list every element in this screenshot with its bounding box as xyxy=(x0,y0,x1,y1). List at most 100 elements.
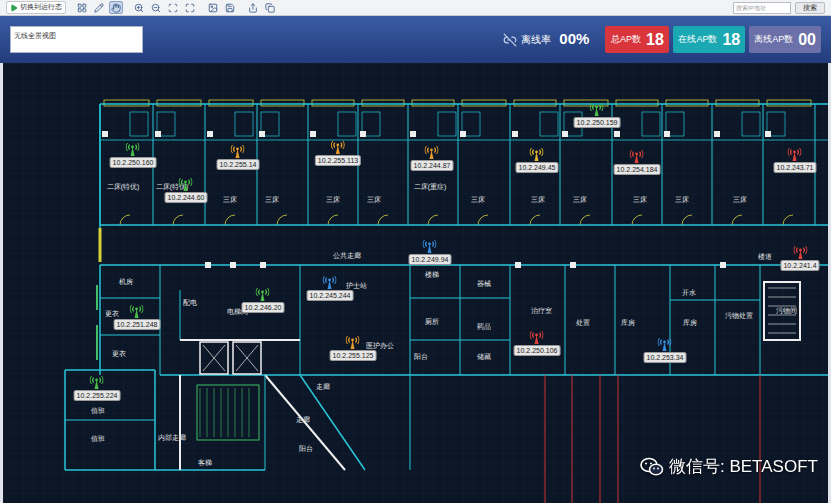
ap-signal-icon xyxy=(126,143,140,156)
ap-pin[interactable]: 10.2.243.71 xyxy=(774,148,817,173)
ap-ip-label: 10.2.255.125 xyxy=(330,350,377,361)
room-label: 器械 xyxy=(477,280,491,287)
room-label: 楼道 xyxy=(758,253,772,260)
tool-icon xyxy=(185,3,195,13)
room-label: 开水 xyxy=(682,289,696,296)
ap-pin[interactable]: 10.2.250.159 xyxy=(574,103,621,128)
ap-pin[interactable]: 10.2.246.20 xyxy=(242,288,285,313)
ap-ip-label: 10.2.254.184 xyxy=(614,164,661,175)
room-label: 三床 xyxy=(675,196,689,203)
ap-pin[interactable]: 10.2.241.4 xyxy=(780,246,819,271)
ap-signal-icon xyxy=(788,148,802,161)
tool-button[interactable] xyxy=(223,1,237,14)
ap-signal-icon xyxy=(90,376,104,389)
ap-ip-label: 10.2.250.159 xyxy=(574,117,621,128)
ap-ip-label: 10.2.246.20 xyxy=(242,302,285,313)
tool-icon xyxy=(208,3,218,13)
search-input[interactable] xyxy=(733,2,791,14)
ap-pin[interactable]: 10.2.249.45 xyxy=(516,148,559,173)
room-label: 二床(特优) xyxy=(156,183,189,190)
ap-pin[interactable]: 10.2.249.94 xyxy=(409,240,452,265)
room-label: 更衣 xyxy=(105,310,119,317)
ap-signal-icon xyxy=(793,246,807,259)
ap-pin[interactable]: 10.2.250.106 xyxy=(514,331,561,356)
tool-icon xyxy=(248,3,258,13)
room-label: 三床 xyxy=(367,196,381,203)
wechat-icon xyxy=(640,457,664,477)
room-label: 三床 xyxy=(326,196,340,203)
ap-signal-icon xyxy=(323,276,337,289)
ap-pin[interactable]: 10.2.255.14 xyxy=(217,145,260,170)
room-label: 内部走廊 xyxy=(158,434,186,441)
room-label: 值班 xyxy=(91,435,105,442)
room-label: 污物间 xyxy=(776,307,797,314)
floor-plan-canvas[interactable]: 二床(特优)二床(特优)三床三床三床三床二床(重症)三床三床三床三床三床三床公共… xyxy=(3,63,828,503)
ap-signal-icon xyxy=(179,178,193,191)
ap-pin[interactable]: 10.2.255.224 xyxy=(74,376,121,401)
ap-signal-icon xyxy=(630,150,644,163)
unlink-icon xyxy=(503,33,517,47)
header: 无线全景视图离线率00%总AP数18在线AP数18离线AP数00 xyxy=(0,16,831,63)
ap-ip-label: 10.2.241.4 xyxy=(780,260,819,271)
ap-ip-label: 10.2.255.113 xyxy=(315,155,361,166)
ap-pin[interactable]: 10.2.251.248 xyxy=(114,305,161,330)
ap-signal-icon xyxy=(346,336,360,349)
tool-button[interactable] xyxy=(166,1,180,14)
tool-icon xyxy=(168,3,178,13)
tool-button[interactable] xyxy=(206,1,220,14)
stat-badge: 在线AP数18 xyxy=(673,26,745,53)
tool-button[interactable] xyxy=(149,1,163,14)
room-label: 三床 xyxy=(531,196,545,203)
ap-pin[interactable]: 10.2.244.60 xyxy=(165,178,208,203)
search-button[interactable]: 搜索 xyxy=(795,2,825,14)
ap-signal-icon xyxy=(530,148,544,161)
ap-ip-label: 10.2.250.106 xyxy=(514,345,561,356)
room-label: 三床 xyxy=(633,196,647,203)
tool-icon xyxy=(265,3,275,13)
ap-ip-label: 10.2.245.244 xyxy=(307,290,354,301)
ap-pin[interactable]: 10.2.244.87 xyxy=(411,146,454,171)
ap-ip-label: 10.2.255.14 xyxy=(217,159,260,170)
ap-ip-label: 10.2.243.71 xyxy=(774,162,817,173)
stat-badge: 离线AP数00 xyxy=(749,26,821,53)
ap-pin[interactable]: 10.2.253.34 xyxy=(644,338,687,363)
play-icon xyxy=(10,4,18,12)
watermark: 微信号: BETASOFT xyxy=(640,454,818,480)
tool-icon xyxy=(111,3,121,13)
ap-signal-icon xyxy=(331,141,345,154)
room-label: 公共走廊 xyxy=(333,252,361,259)
room-label: 医护办公 xyxy=(366,342,394,349)
tool-button[interactable] xyxy=(75,1,89,14)
room-label: 楼梯 xyxy=(425,271,439,278)
room-label: 阳台 xyxy=(299,445,313,452)
room-label: 厕所 xyxy=(425,318,439,325)
room-label: 护士站 xyxy=(346,282,367,289)
ap-pin[interactable]: 10.2.255.113 xyxy=(315,141,361,166)
room-label: 三床 xyxy=(265,196,279,203)
tool-icon xyxy=(151,3,161,13)
offline-rate: 离线率00% xyxy=(503,28,589,51)
room-label: 药品 xyxy=(477,323,491,330)
view-title: 无线全景视图 xyxy=(10,26,143,53)
ap-pin[interactable]: 10.2.254.184 xyxy=(614,150,661,175)
ap-signal-icon xyxy=(256,288,270,301)
tool-button[interactable] xyxy=(92,1,106,14)
tool-button[interactable] xyxy=(263,1,277,14)
tool-button[interactable] xyxy=(109,1,123,14)
ap-pin[interactable]: 10.2.250.160 xyxy=(110,143,157,168)
ap-signal-icon xyxy=(530,331,544,344)
tool-button[interactable] xyxy=(183,1,197,14)
tool-icon xyxy=(77,3,87,13)
room-label: 三床 xyxy=(471,196,485,203)
ap-pin[interactable]: 10.2.245.244 xyxy=(307,276,354,301)
room-label: 走廊 xyxy=(296,416,310,423)
room-label: 治疗室 xyxy=(531,307,552,314)
run-button[interactable]: 切换到运行态 xyxy=(6,1,66,14)
tool-button[interactable] xyxy=(246,1,260,14)
room-label: 污物处置 xyxy=(725,312,753,319)
ap-pin[interactable]: 10.2.255.125 xyxy=(330,336,377,361)
room-label: 配电 xyxy=(183,299,197,306)
room-label: 二床(重症) xyxy=(414,183,447,190)
ap-ip-label: 10.2.251.248 xyxy=(114,319,161,330)
tool-button[interactable] xyxy=(132,1,146,14)
